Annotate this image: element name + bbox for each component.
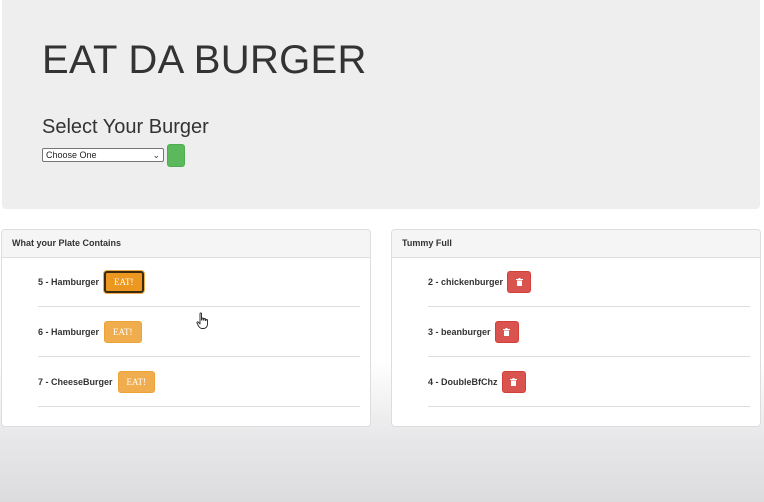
trash-icon <box>515 277 523 286</box>
eat-button[interactable]: EAT! <box>104 270 144 293</box>
list-item: 7 - CheeseBurger EAT! <box>38 357 360 407</box>
list-item: 5 - Hamburger EAT! <box>38 257 360 307</box>
plate-panel-heading: What your Plate Contains <box>2 230 370 258</box>
burger-label: 7 - CheeseBurger <box>38 376 113 387</box>
delete-button[interactable] <box>501 370 526 393</box>
burger-label: 2 - chickenburger <box>428 276 504 287</box>
eat-button[interactable]: EAT! <box>104 320 142 343</box>
tummy-panel: Tummy Full 2 - chickenburger 3 - beanbur… <box>391 229 761 427</box>
eat-button[interactable]: EAT! <box>117 370 156 393</box>
burger-label: 6 - Hamburger <box>38 326 100 337</box>
header-jumbotron: EAT DA BURGER Select Your Burger Choose … <box>2 0 760 209</box>
list-item: 2 - chickenburger <box>428 257 750 307</box>
plate-panel: What your Plate Contains 5 - Hamburger E… <box>1 229 371 427</box>
chevron-down-icon: ⌄ <box>152 150 160 160</box>
burger-label: 3 - beanburger <box>428 326 491 337</box>
burger-label: 4 - DoubleBfChz <box>428 376 498 387</box>
page-title: EAT DA BURGER <box>42 38 367 82</box>
hand-pointer-icon <box>196 312 208 329</box>
list-item: 3 - beanburger <box>428 307 750 357</box>
trash-icon <box>510 377 517 386</box>
burger-select[interactable]: Choose One ⌄ <box>42 148 164 162</box>
burger-label: 5 - Hamburger <box>38 276 100 287</box>
burger-select-value: Choose One <box>46 150 97 160</box>
submit-burger-button[interactable] <box>167 144 185 167</box>
list-item: 4 - DoubleBfChz <box>428 357 750 407</box>
delete-button[interactable] <box>494 320 519 343</box>
tummy-panel-heading: Tummy Full <box>392 230 760 258</box>
trash-icon <box>503 327 511 336</box>
select-burger-heading: Select Your Burger <box>42 116 209 138</box>
delete-button[interactable] <box>507 270 532 293</box>
